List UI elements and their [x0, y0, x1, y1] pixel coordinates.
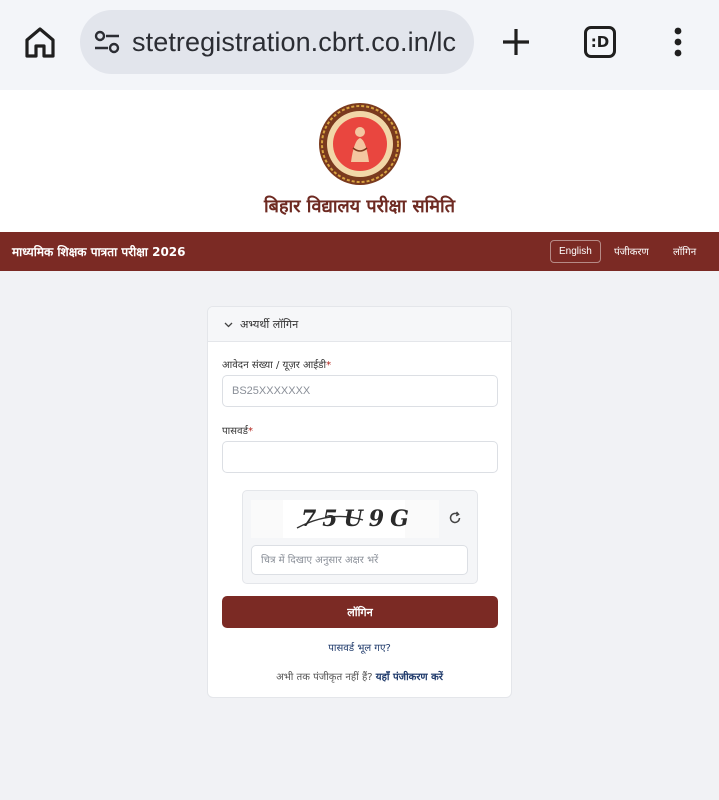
- chevron-down-icon: [224, 322, 233, 328]
- required-mark: *: [326, 360, 332, 371]
- captcha-box: 75U9G: [242, 490, 478, 584]
- language-button[interactable]: English: [550, 240, 601, 263]
- site-header: बिहार विद्यालय परीक्षा समिति: [0, 90, 719, 232]
- captcha-input[interactable]: [251, 545, 468, 575]
- forgot-password-link[interactable]: पासवर्ड भूल गए?: [208, 640, 511, 654]
- plus-icon[interactable]: [500, 26, 532, 58]
- user-id-label: आवेदन संख्या / यूज़र आईडी*: [222, 357, 331, 371]
- more-vert-icon[interactable]: [668, 26, 688, 58]
- url-text[interactable]: stetregistration.cbrt.co.in/lc: [132, 27, 456, 58]
- refresh-icon[interactable]: [448, 511, 462, 525]
- required-mark: *: [247, 426, 253, 437]
- login-card-header[interactable]: अभ्यर्थी लॉगिन: [208, 307, 511, 342]
- register-prompt: अभी तक पंजीकृत नहीं हैं? यहाँ पंजीकरण कर…: [208, 669, 511, 683]
- register-here-link[interactable]: यहाँ पंजीकरण करें: [376, 672, 443, 683]
- login-button[interactable]: लॉगिन: [222, 596, 498, 628]
- top-navbar: माध्यमिक शिक्षक पात्रता परीक्षा 2026 Eng…: [0, 232, 719, 271]
- user-id-label-text: आवेदन संख्या / यूज़र आईडी: [222, 360, 327, 371]
- login-card: अभ्यर्थी लॉगिन आवेदन संख्या / यूज़र आईडी…: [207, 306, 512, 698]
- tune-icon[interactable]: [92, 28, 122, 56]
- captcha-text: 75U9G: [301, 506, 415, 532]
- browser-toolbar: stetregistration.cbrt.co.in/lc :D: [0, 0, 719, 90]
- password-label: पासवर्ड*: [222, 423, 253, 437]
- login-card-title: अभ्यर्थी लॉगिन: [240, 318, 299, 331]
- address-bar[interactable]: stetregistration.cbrt.co.in/lc: [80, 10, 474, 74]
- user-id-input[interactable]: [222, 375, 498, 407]
- organization-name: बिहार विद्यालय परीक्षा समिति: [264, 196, 455, 217]
- tab-switcher-icon[interactable]: :D: [584, 26, 616, 58]
- password-input[interactable]: [222, 441, 498, 473]
- bseb-emblem-icon: [319, 103, 401, 185]
- captcha-image: 75U9G: [251, 500, 439, 538]
- exam-title: माध्यमिक शिक्षक पात्रता परीक्षा 2026: [12, 245, 186, 259]
- password-label-text: पासवर्ड: [222, 426, 248, 437]
- nav-login-link[interactable]: लॉगिन: [673, 244, 696, 258]
- not-registered-text: अभी तक पंजीकृत नहीं हैं?: [276, 672, 373, 683]
- home-icon[interactable]: [22, 24, 58, 60]
- nav-registration-link[interactable]: पंजीकरण: [614, 244, 649, 258]
